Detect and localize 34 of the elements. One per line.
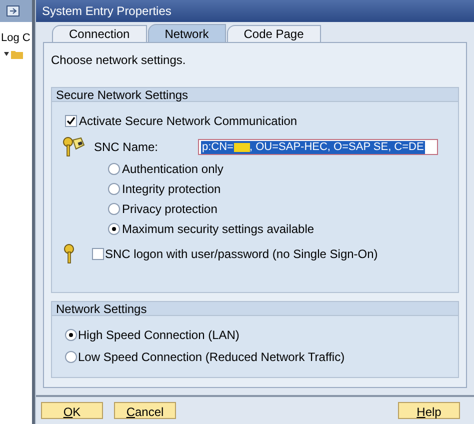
tab[interactable]: Network [148, 24, 226, 42]
radio-button[interactable] [65, 350, 77, 362]
radio-button[interactable] [108, 202, 120, 214]
radio-label: Privacy protection [122, 200, 218, 218]
radio-button[interactable] [108, 222, 120, 234]
checkbox-label: Activate Secure Network Communication [79, 113, 298, 130]
checkbox[interactable] [65, 115, 77, 127]
radio-button[interactable] [108, 162, 120, 174]
radio-label: Authentication only [122, 160, 224, 178]
radio-label: High Speed Connection (LAN) [78, 326, 240, 344]
field-label: SNC Name: [94, 139, 160, 156]
tab[interactable]: Code Page [226, 25, 321, 42]
radio-button[interactable] [65, 328, 77, 340]
key-icon [64, 243, 74, 265]
dialog-button[interactable]: Cancel [114, 402, 176, 419]
checkbox-label: SNC logon with user/password (no Single Sign-On) [105, 246, 378, 263]
folder-icon [11, 50, 23, 59]
checkbox[interactable] [92, 248, 104, 260]
intro-text: Choose network settings. [51, 52, 187, 67]
window-title: System Entry Properties [36, 0, 474, 22]
radio-label: Maximum security settings available [122, 220, 314, 238]
group-title: Network Settings [52, 302, 458, 316]
group-title: Secure Network Settings [52, 88, 458, 102]
key-card-icon [62, 136, 86, 158]
radio-label: Integrity protection [122, 180, 221, 198]
snc-name-field[interactable]: p:CN= , OU=SAP-HEC, O=SAP SE, C=DE [198, 139, 438, 155]
tab[interactable]: Connection [52, 25, 147, 42]
toolbar-icon[interactable] [6, 5, 20, 17]
radio-button[interactable] [108, 182, 120, 194]
column-header: Log C [0, 31, 30, 46]
radio-label: Low Speed Connection (Reduced Network Traffic) [78, 348, 345, 366]
dialog-button[interactable]: OK [41, 402, 103, 419]
dialog-button[interactable]: Help [398, 402, 460, 419]
expand-icon[interactable] [4, 52, 9, 57]
